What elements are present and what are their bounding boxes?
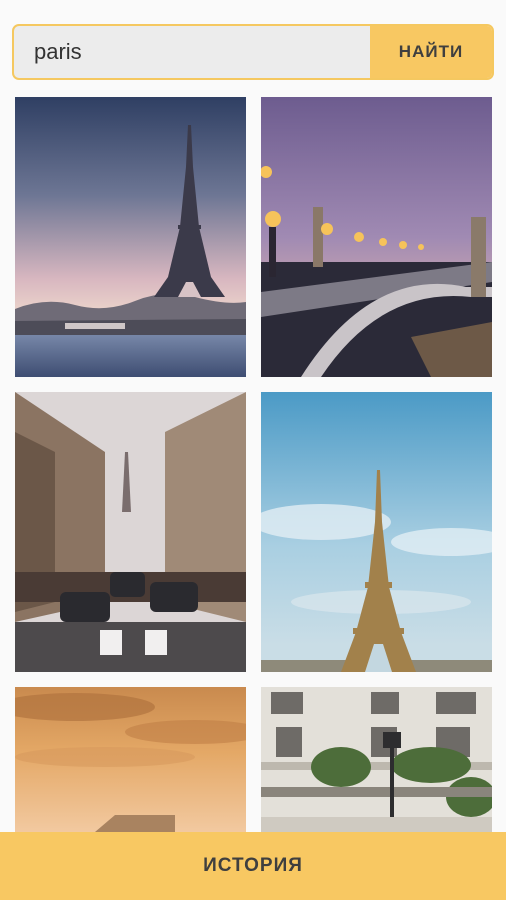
- result-image[interactable]: [261, 392, 492, 672]
- result-image[interactable]: [261, 97, 492, 377]
- result-image[interactable]: [15, 97, 246, 377]
- result-image[interactable]: [15, 687, 246, 832]
- result-image[interactable]: [15, 392, 246, 672]
- history-button[interactable]: ИСТОРИЯ: [0, 832, 506, 900]
- result-image[interactable]: [261, 687, 492, 832]
- results-grid: [0, 0, 506, 832]
